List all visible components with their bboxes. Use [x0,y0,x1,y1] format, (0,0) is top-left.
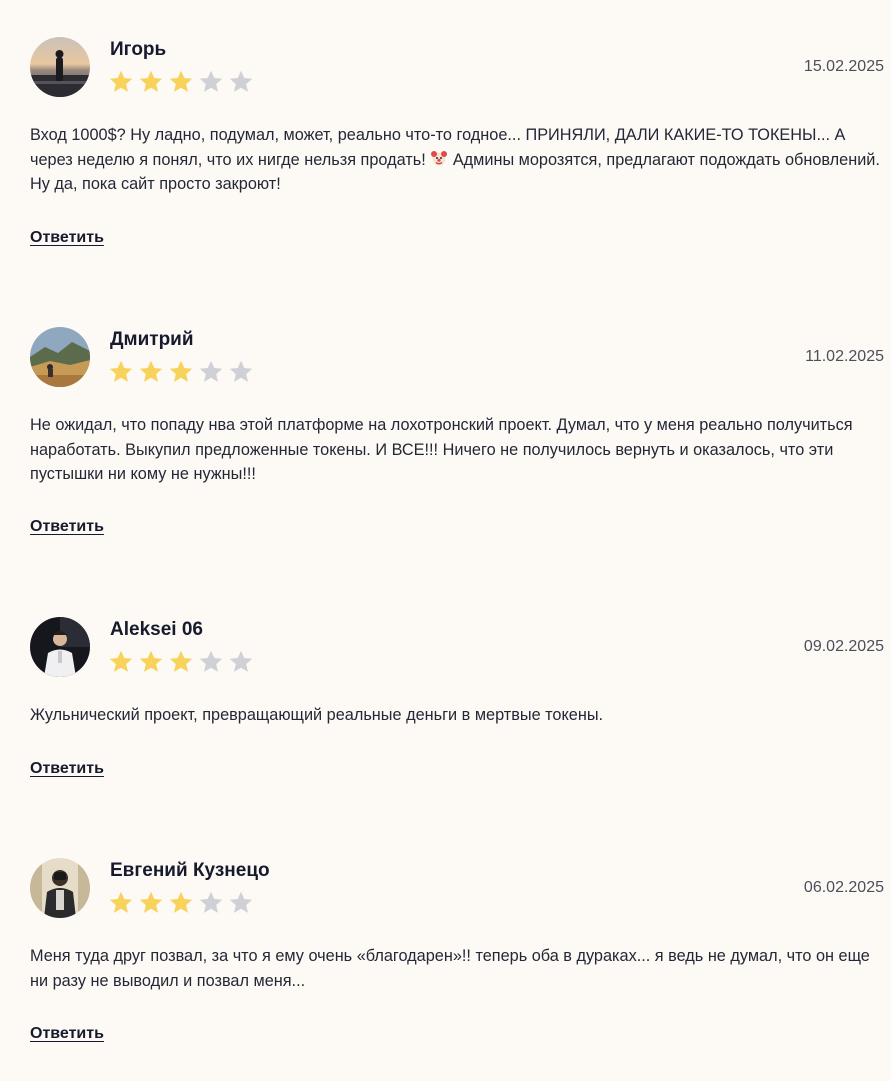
star-filled-icon [168,359,198,385]
review-date: 15.02.2025 [803,58,884,75]
reply-button[interactable]: Ответить [30,760,104,778]
author-name: Дмитрий [110,329,194,350]
star-filled-icon [108,359,138,385]
star-filled-icon [108,649,138,675]
star-empty-icon [228,359,258,385]
author-name: Aleksei 06 [110,619,203,640]
reply-button[interactable]: Ответить [30,229,104,247]
author-name: Игорь [110,39,167,60]
star-filled-icon [138,649,168,675]
star-filled-icon [138,359,168,385]
rating-stars [108,649,258,675]
avatar [30,617,90,677]
reply-button[interactable]: Ответить [30,1025,104,1043]
rating-stars [108,69,258,95]
reviews-list: Игорь 15.02.2025 Вход 1000$? Ну ладно, п… [0,0,891,1081]
review-text: Жульнический проект, превращающий реальн… [30,706,604,724]
review-text: Вход 1000$? Ну ладно, подумал, может, ре… [30,123,888,197]
star-filled-icon [168,69,198,95]
avatar [30,37,90,97]
avatar [30,858,90,918]
rating-stars [108,359,258,385]
star-filled-icon [138,890,168,916]
review-date: 11.02.2025 [805,348,884,365]
star-empty-icon [228,649,258,675]
star-filled-icon [108,890,138,916]
review-date: 06.02.2025 [803,879,884,896]
star-empty-icon [198,69,228,95]
reply-button[interactable]: Ответить [30,518,104,536]
star-empty-icon [228,890,258,916]
star-filled-icon [168,890,198,916]
star-empty-icon [198,890,228,916]
star-filled-icon [108,69,138,95]
author-name: Евгений Кузнецо [110,860,270,881]
review-text: Не ожидал, что попаду нва этой платформе… [30,416,853,483]
review-date: 09.02.2025 [803,638,884,655]
star-empty-icon [198,649,228,675]
star-filled-icon [168,649,198,675]
rating-stars [108,890,258,916]
star-empty-icon [198,359,228,385]
star-empty-icon [228,69,258,95]
review-text: Меня туда друг позвал, за что я ему очен… [30,947,870,990]
avatar [30,327,90,387]
star-filled-icon [138,69,168,95]
clown-face-icon [430,149,448,167]
